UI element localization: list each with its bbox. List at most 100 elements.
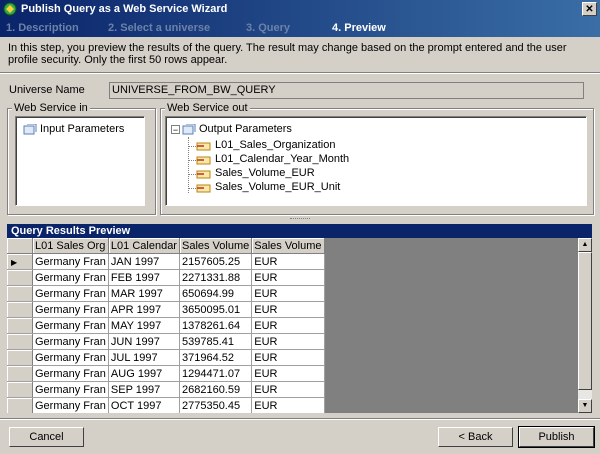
tree-connector xyxy=(188,188,196,189)
table-cell[interactable]: EUR xyxy=(251,269,325,286)
divider xyxy=(0,418,600,420)
web-service-out-group: Web Service out − Output Parameters L01_… xyxy=(160,102,594,215)
publish-button[interactable]: Publish xyxy=(518,426,595,448)
tree-item-field[interactable]: L01_Calendar_Year_Month xyxy=(196,153,349,166)
table-cell[interactable]: EUR xyxy=(251,301,325,318)
column-header[interactable]: Sales Volume xyxy=(251,238,325,254)
table-row[interactable]: ▶ Germany Fran JAN 1997 2157605.25 EUR xyxy=(7,253,325,270)
table-cell[interactable]: 539785.41 xyxy=(179,333,253,350)
row-selector[interactable] xyxy=(7,269,33,286)
results-grid[interactable]: L01 Sales Org L01 Calendar Sales Volume … xyxy=(7,238,592,413)
universe-name-field: UNIVERSE_FROM_BW_QUERY xyxy=(109,82,584,99)
table-cell[interactable]: 1378261.64 xyxy=(179,317,253,334)
table-cell[interactable]: JUL 1997 xyxy=(108,349,180,366)
table-row[interactable]: Germany Fran JUL 1997 371964.52 EUR xyxy=(7,349,325,366)
table-cell[interactable]: MAR 1997 xyxy=(108,285,180,302)
row-selector[interactable] xyxy=(7,381,33,398)
scroll-down-icon: ▼ xyxy=(581,402,589,409)
cancel-button[interactable]: Cancel xyxy=(9,427,84,447)
table-cell[interactable]: 2682160.59 xyxy=(179,381,253,398)
tree-connector xyxy=(188,174,196,175)
row-selector[interactable] xyxy=(7,349,33,366)
scroll-up-icon: ▲ xyxy=(581,241,589,248)
panel-splitter[interactable] xyxy=(290,218,310,221)
tree-item-field[interactable]: Sales_Volume_EUR xyxy=(196,167,315,180)
table-cell[interactable]: Germany Fran xyxy=(32,349,109,366)
table-cell[interactable]: EUR xyxy=(251,349,325,366)
web-service-in-group: Web Service in Input Parameters xyxy=(7,102,156,215)
column-header[interactable]: Sales Volume xyxy=(179,238,253,254)
table-row[interactable]: Germany Fran OCT 1997 2775350.45 EUR xyxy=(7,397,325,413)
table-cell[interactable]: Germany Fran xyxy=(32,317,109,334)
table-cell[interactable]: EUR xyxy=(251,333,325,350)
table-cell[interactable]: 2271331.88 xyxy=(179,269,253,286)
table-cell[interactable]: EUR xyxy=(251,397,325,413)
web-service-out-tree[interactable]: − Output Parameters L01_Sales_Organizati… xyxy=(165,116,587,206)
table-cell[interactable]: JUN 1997 xyxy=(108,333,180,350)
table-cell[interactable]: EUR xyxy=(251,285,325,302)
table-cell[interactable]: Germany Fran xyxy=(32,397,109,413)
table-cell[interactable]: Germany Fran xyxy=(32,381,109,398)
table-row[interactable]: Germany Fran FEB 1997 2271331.88 EUR xyxy=(7,269,325,286)
field-icon xyxy=(196,156,211,164)
table-row[interactable]: Germany Fran MAR 1997 650694.99 EUR xyxy=(7,285,325,302)
row-selector[interactable] xyxy=(7,333,33,350)
table-cell[interactable]: Germany Fran xyxy=(32,285,109,302)
table-cell[interactable]: EUR xyxy=(251,253,325,270)
table-cell[interactable]: FEB 1997 xyxy=(108,269,180,286)
table-cell[interactable]: 1294471.07 xyxy=(179,365,253,382)
row-selector[interactable]: ▶ xyxy=(7,253,33,270)
column-header[interactable]: L01 Calendar xyxy=(108,238,180,254)
row-header-corner xyxy=(7,238,33,254)
row-selector[interactable] xyxy=(7,397,33,413)
field-icon xyxy=(196,170,211,178)
scroll-thumb[interactable] xyxy=(578,252,592,390)
table-cell[interactable]: OCT 1997 xyxy=(108,397,180,413)
table-cell[interactable]: 650694.99 xyxy=(179,285,253,302)
web-service-in-tree[interactable]: Input Parameters xyxy=(15,116,145,206)
table-cell[interactable]: SEP 1997 xyxy=(108,381,180,398)
scroll-up-button[interactable]: ▲ xyxy=(578,238,592,252)
table-cell[interactable]: 371964.52 xyxy=(179,349,253,366)
column-header[interactable]: L01 Sales Org xyxy=(32,238,109,254)
table-row[interactable]: Germany Fran JUN 1997 539785.41 EUR xyxy=(7,333,325,350)
scroll-down-button[interactable]: ▼ xyxy=(578,399,592,413)
tree-connector xyxy=(188,160,196,161)
tree-item-field[interactable]: L01_Sales_Organization xyxy=(196,139,335,152)
row-selector[interactable] xyxy=(7,285,33,302)
tree-item-field[interactable]: Sales_Volume_EUR_Unit xyxy=(196,181,340,194)
query-results-title: Query Results Preview xyxy=(7,224,592,238)
field-icon xyxy=(196,184,211,192)
table-cell[interactable]: AUG 1997 xyxy=(108,365,180,382)
table-cell[interactable]: JAN 1997 xyxy=(108,253,180,270)
table-cell[interactable]: Germany Fran xyxy=(32,269,109,286)
table-row[interactable]: Germany Fran APR 1997 3650095.01 EUR xyxy=(7,301,325,318)
table-cell[interactable]: EUR xyxy=(251,365,325,382)
table-cell[interactable]: 2157605.25 xyxy=(179,253,253,270)
table-cell[interactable]: MAY 1997 xyxy=(108,317,180,334)
table-cell[interactable]: Germany Fran xyxy=(32,253,109,270)
back-button[interactable]: < Back xyxy=(438,427,513,447)
row-selector[interactable] xyxy=(7,317,33,334)
parameters-icon xyxy=(182,123,196,134)
table-cell[interactable]: 3650095.01 xyxy=(179,301,253,318)
table-cell[interactable]: 2775350.45 xyxy=(179,397,253,413)
close-icon: ✕ xyxy=(585,4,594,15)
row-selector[interactable] xyxy=(7,301,33,318)
table-row[interactable]: Germany Fran AUG 1997 1294471.07 EUR xyxy=(7,365,325,382)
close-button[interactable]: ✕ xyxy=(582,2,597,16)
table-cell[interactable]: EUR xyxy=(251,317,325,334)
table-cell[interactable]: Germany Fran xyxy=(32,301,109,318)
row-selector[interactable] xyxy=(7,365,33,382)
tree-item-input-parameters[interactable]: Input Parameters xyxy=(23,123,124,136)
collapse-toggle[interactable]: − xyxy=(171,125,180,135)
table-cell[interactable]: APR 1997 xyxy=(108,301,180,318)
tree-item-output-parameters[interactable]: Output Parameters xyxy=(182,123,292,136)
table-row[interactable]: Germany Fran SEP 1997 2682160.59 EUR xyxy=(7,381,325,398)
table-row[interactable]: Germany Fran MAY 1997 1378261.64 EUR xyxy=(7,317,325,334)
vertical-scrollbar[interactable]: ▲ ▼ xyxy=(578,238,592,413)
table-cell[interactable]: EUR xyxy=(251,381,325,398)
table-cell[interactable]: Germany Fran xyxy=(32,333,109,350)
table-cell[interactable]: Germany Fran xyxy=(32,365,109,382)
wizard-steps: 1. Description 2. Select a universe 3. Q… xyxy=(0,19,600,37)
